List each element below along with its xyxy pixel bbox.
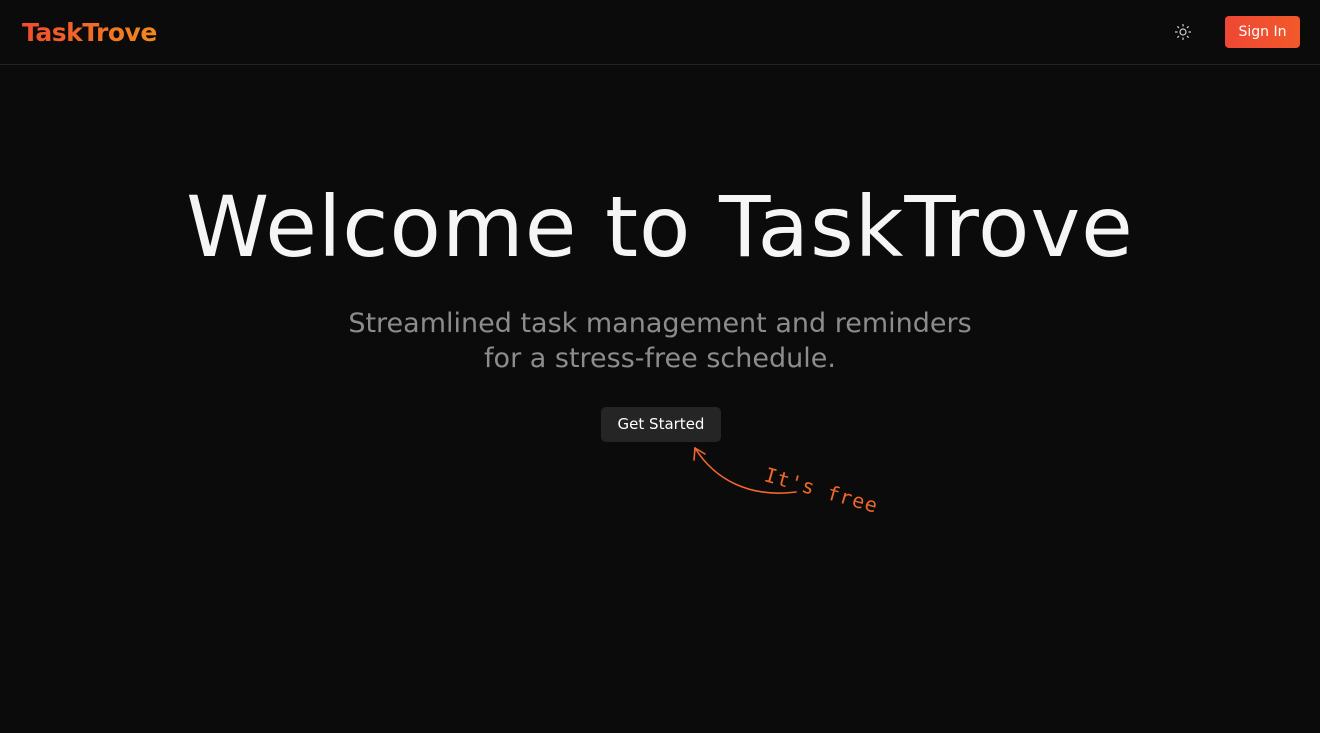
top-navbar: TaskTrove Sign In bbox=[0, 0, 1320, 65]
sun-icon bbox=[1174, 23, 1192, 41]
landing-page: TaskTrove Sign In Welcome to TaskTrove S… bbox=[0, 0, 1320, 733]
theme-toggle-button[interactable] bbox=[1168, 17, 1198, 47]
app-logo[interactable]: TaskTrove bbox=[22, 16, 157, 50]
sign-in-button[interactable]: Sign In bbox=[1225, 16, 1300, 48]
get-started-button[interactable]: Get Started bbox=[601, 407, 721, 442]
hero-title: Welcome to TaskTrove bbox=[186, 178, 1134, 276]
hero-subtitle-line2: for a stress-free schedule. bbox=[484, 343, 836, 374]
hero-subtitle: Streamlined task management and reminder… bbox=[310, 306, 1010, 376]
hero-subtitle-line1: Streamlined task management and reminder… bbox=[348, 308, 972, 339]
